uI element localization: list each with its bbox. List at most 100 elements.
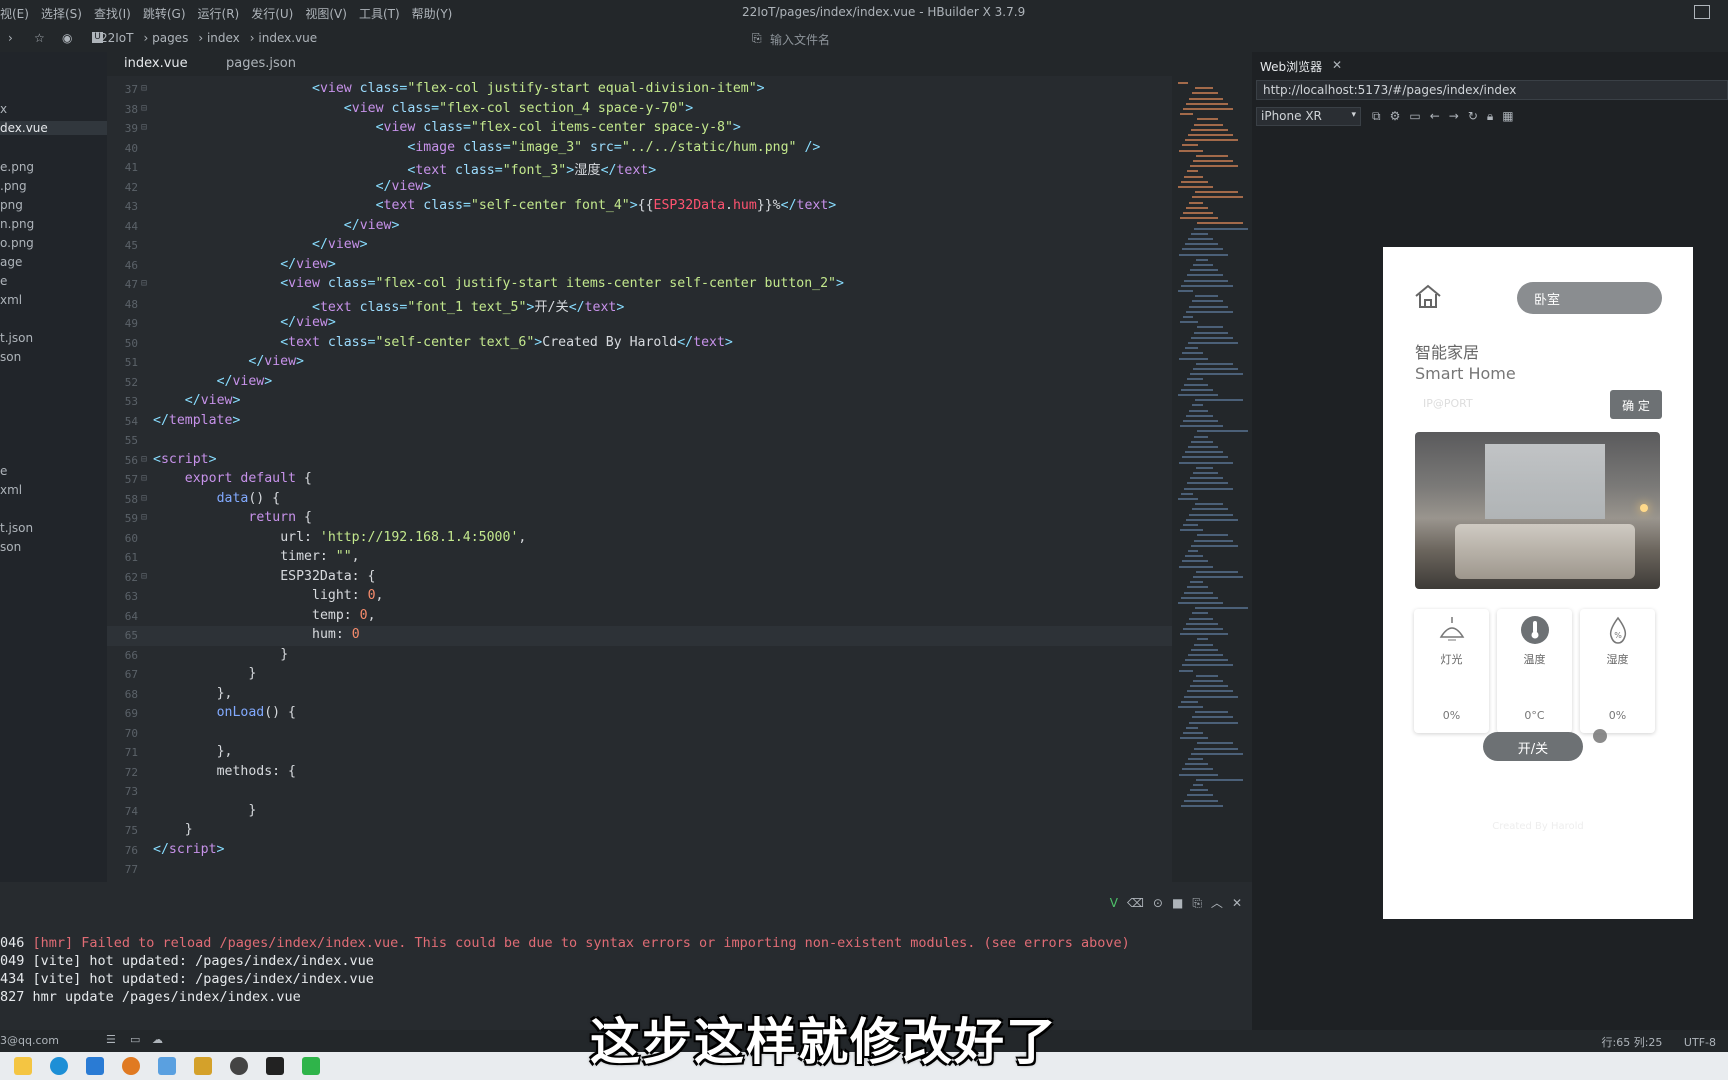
- browser-tab[interactable]: Web浏览器: [1260, 58, 1322, 75]
- fold-icon[interactable]: ⊟: [141, 493, 147, 504]
- file-tree-item[interactable]: son: [0, 540, 21, 554]
- menu-item[interactable]: 帮助(Y): [412, 7, 453, 21]
- breadcrumb-item[interactable]: 22IoT: [100, 31, 133, 45]
- qrcode-icon[interactable]: ▦: [1502, 109, 1513, 123]
- ip-port-input[interactable]: IP@PORT: [1423, 397, 1473, 410]
- lock-icon[interactable]: ⊙: [1153, 896, 1163, 910]
- home-icon[interactable]: [1413, 283, 1443, 309]
- power-toggle-button[interactable]: 开/关: [1483, 732, 1583, 761]
- code-line[interactable]: 74}: [107, 802, 1172, 822]
- maximize-button[interactable]: [1694, 5, 1710, 19]
- file-tree-item[interactable]: e.png: [0, 160, 34, 174]
- code-line[interactable]: 51 </view>: [107, 353, 1172, 373]
- code-line[interactable]: 37 ⊟ <view class="flex-col justify-start e…: [107, 80, 1172, 100]
- capcut-icon[interactable]: [266, 1057, 284, 1075]
- file-tree-item[interactable]: age: [0, 255, 22, 269]
- menu-item[interactable]: 工具(T): [359, 7, 400, 21]
- file-tree-item[interactable]: t.json: [0, 331, 33, 345]
- menu-item[interactable]: 发行(U): [251, 7, 293, 21]
- breadcrumb-item[interactable]: › index: [198, 31, 239, 45]
- lock-icon[interactable]: 🔒︎: [1487, 109, 1493, 123]
- code-line[interactable]: 53 </view>: [107, 392, 1172, 412]
- menu-item[interactable]: 运行(R): [198, 7, 240, 21]
- code-line[interactable]: 39 ⊟ <view class="flex-col items-center sp…: [107, 119, 1172, 139]
- file-tree-item[interactable]: dex.vue: [0, 121, 107, 135]
- cloud-icon[interactable]: ☁: [152, 1033, 163, 1046]
- menu-item[interactable]: 查找(I): [94, 7, 131, 21]
- code-line[interactable]: 61 timer: "",: [107, 548, 1172, 568]
- minimap[interactable]: [1172, 76, 1252, 882]
- code-line[interactable]: 71},: [107, 743, 1172, 763]
- console-icon[interactable]: ▭: [1409, 109, 1420, 123]
- obs-icon[interactable]: [230, 1057, 248, 1075]
- star-icon[interactable]: ☆: [34, 31, 45, 45]
- code-line[interactable]: 45 </view>: [107, 236, 1172, 256]
- file-tree-item[interactable]: t.json: [0, 521, 33, 535]
- code-line[interactable]: 43 <text class="self-center font_4">{{ESP…: [107, 197, 1172, 217]
- menu-item[interactable]: 视(E): [0, 7, 29, 21]
- file-tree-item[interactable]: xml: [0, 483, 22, 497]
- chevron-up-icon[interactable]: ︿: [1211, 896, 1223, 910]
- export-icon[interactable]: ⎘: [1192, 896, 1202, 910]
- code-line[interactable]: 48 <text class="font_1 text_5">开/关</text>: [107, 295, 1172, 315]
- code-line[interactable]: 72 methods: {: [107, 763, 1172, 783]
- breadcrumb-item[interactable]: › index.vue: [250, 31, 317, 45]
- fold-icon[interactable]: ⊟: [141, 512, 147, 523]
- fold-icon[interactable]: ⊟: [141, 103, 147, 114]
- clear-icon[interactable]: ⌫: [1127, 896, 1144, 910]
- fold-icon[interactable]: ⊟: [141, 278, 147, 289]
- confirm-button[interactable]: 确 定: [1610, 390, 1662, 419]
- file-tree-item[interactable]: png: [0, 198, 23, 212]
- search-app-icon[interactable]: [122, 1057, 140, 1075]
- file-tree-item[interactable]: x: [0, 102, 7, 116]
- code-line[interactable]: 67}: [107, 665, 1172, 685]
- code-line[interactable]: 76 </script>: [107, 841, 1172, 861]
- code-editor[interactable]: 37 ⊟ <view class="flex-col justify-start e…: [107, 76, 1172, 882]
- fold-icon[interactable]: ⊟: [141, 454, 147, 465]
- fold-icon[interactable]: ⊟: [141, 571, 147, 582]
- tab-pages-json[interactable]: pages.json: [226, 56, 296, 71]
- panel-icon[interactable]: ▭: [130, 1033, 140, 1046]
- code-line[interactable]: 52 </view>: [107, 373, 1172, 393]
- url-bar[interactable]: http://localhost:5173/#/pages/index/inde…: [1256, 80, 1728, 100]
- code-line[interactable]: 44 </view>: [107, 217, 1172, 237]
- close-icon[interactable]: ✕: [1332, 58, 1342, 72]
- code-line[interactable]: 68},: [107, 685, 1172, 705]
- file-tree-item[interactable]: o.png: [0, 236, 34, 250]
- settings-icon[interactable]: ⚙: [1390, 109, 1401, 123]
- code-line[interactable]: 69 onLoad() {: [107, 704, 1172, 724]
- file-explorer-icon[interactable]: [14, 1057, 32, 1075]
- fold-icon[interactable]: ⊟: [141, 122, 147, 133]
- file-tree-item[interactable]: son: [0, 350, 21, 364]
- tab-index-vue[interactable]: index.vue: [124, 56, 188, 71]
- code-line[interactable]: 40 <image class="image_3" src="../../stat…: [107, 139, 1172, 159]
- fold-icon[interactable]: ⊟: [141, 473, 147, 484]
- app-icon[interactable]: [194, 1057, 212, 1075]
- forward-icon[interactable]: →: [1449, 109, 1459, 123]
- screenshot-icon[interactable]: ⧉: [1372, 109, 1381, 123]
- code-line[interactable]: 38 ⊟ <view class="flex-col section_4 space…: [107, 100, 1172, 120]
- room-button[interactable]: 卧室: [1517, 282, 1662, 314]
- code-line[interactable]: 55: [107, 431, 1172, 451]
- code-line[interactable]: 75}: [107, 821, 1172, 841]
- refresh-icon[interactable]: ↻: [1468, 109, 1478, 123]
- edge-icon[interactable]: [50, 1057, 68, 1075]
- code-line[interactable]: 65 hum: 0: [107, 626, 1172, 646]
- network-app-icon[interactable]: [158, 1057, 176, 1075]
- code-line[interactable]: 70: [107, 724, 1172, 744]
- stop-icon[interactable]: ■: [1172, 896, 1183, 910]
- file-tree-item[interactable]: xml: [0, 293, 22, 307]
- file-tree-item[interactable]: n.png: [0, 217, 34, 231]
- code-line[interactable]: 66}: [107, 646, 1172, 666]
- code-line[interactable]: 49 </view>: [107, 314, 1172, 334]
- file-name-input[interactable]: 输入文件名: [770, 31, 830, 48]
- code-line[interactable]: 58 ⊟ data() {: [107, 490, 1172, 510]
- file-tree-item[interactable]: e: [0, 274, 7, 288]
- code-line[interactable]: 46 </view>: [107, 256, 1172, 276]
- menu-item[interactable]: 选择(S): [41, 7, 82, 21]
- list-icon[interactable]: ☰: [106, 1033, 116, 1046]
- close-icon[interactable]: ✕: [1232, 896, 1242, 910]
- fold-icon[interactable]: ⊟: [141, 83, 147, 94]
- code-line[interactable]: 42 </view>: [107, 178, 1172, 198]
- code-line[interactable]: 63 light: 0,: [107, 587, 1172, 607]
